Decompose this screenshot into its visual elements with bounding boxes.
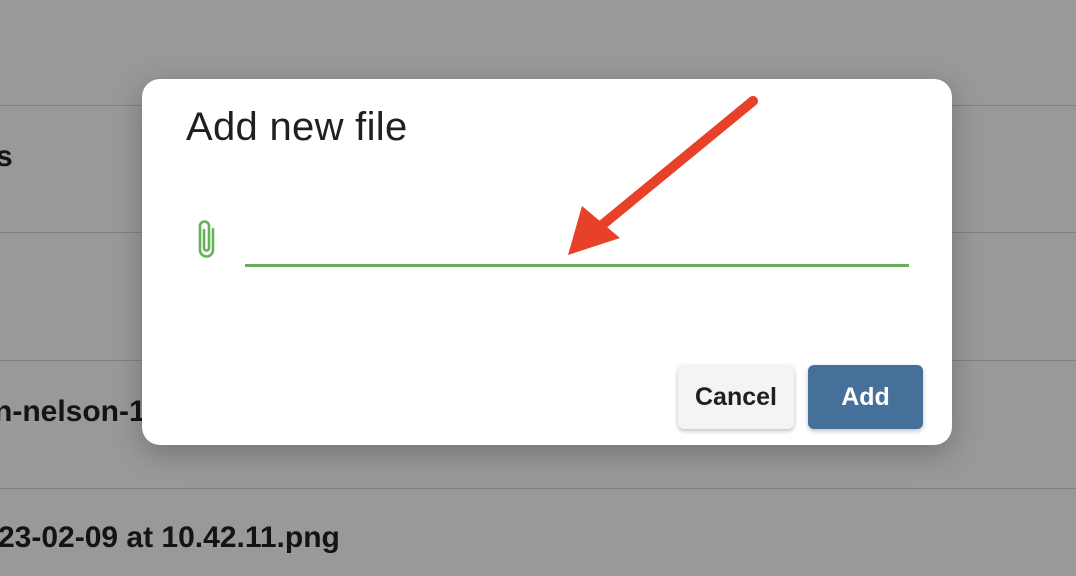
- paperclip-icon: [192, 217, 222, 261]
- add-file-dialog: Add new file Cancel Add: [142, 79, 952, 445]
- add-button[interactable]: Add: [808, 365, 923, 429]
- file-input[interactable]: [245, 209, 909, 267]
- dialog-title: Add new file: [186, 105, 408, 149]
- cancel-button[interactable]: Cancel: [678, 365, 794, 429]
